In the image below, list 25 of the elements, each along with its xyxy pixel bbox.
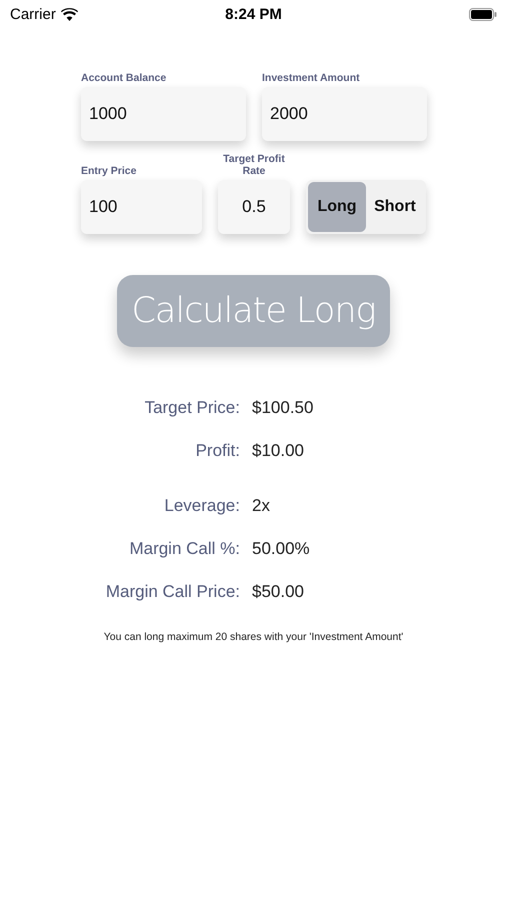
wifi-icon xyxy=(60,8,78,20)
result-value: $10.00 xyxy=(252,440,305,460)
result-label: Leverage: xyxy=(163,496,240,516)
field-label: Account Balance xyxy=(81,72,168,84)
result-label: Profit: xyxy=(194,440,240,460)
number-field[interactable]: 2000 xyxy=(262,87,427,141)
battery-icon xyxy=(469,8,497,20)
result-value: 50.00% xyxy=(252,538,311,558)
result-label: Margin Call Price: xyxy=(104,582,240,602)
result-value: $100.50 xyxy=(252,398,314,418)
result-value: $50.00 xyxy=(252,582,305,602)
result-label: Target Price: xyxy=(144,398,240,418)
segment-tab[interactable]: Short xyxy=(366,182,424,232)
field-label: Entry Price xyxy=(81,165,138,177)
carrier-label: Carrier xyxy=(10,6,56,22)
field-label: Target Profit Rate xyxy=(222,153,286,177)
max-shares-note: You can long maximum 20 shares with your 'Investment Amount' xyxy=(102,631,404,643)
result-value: 2x xyxy=(252,496,271,516)
segment-tab[interactable]: Long xyxy=(308,182,366,232)
number-field[interactable]: 100 xyxy=(81,180,202,234)
result-label: Margin Call %: xyxy=(128,538,240,558)
clock-time: 8:24 PM xyxy=(225,6,282,22)
field-label: Investment Amount xyxy=(262,72,361,84)
number-field[interactable]: 0.5 xyxy=(218,180,290,234)
number-field[interactable]: 1000 xyxy=(81,87,246,141)
